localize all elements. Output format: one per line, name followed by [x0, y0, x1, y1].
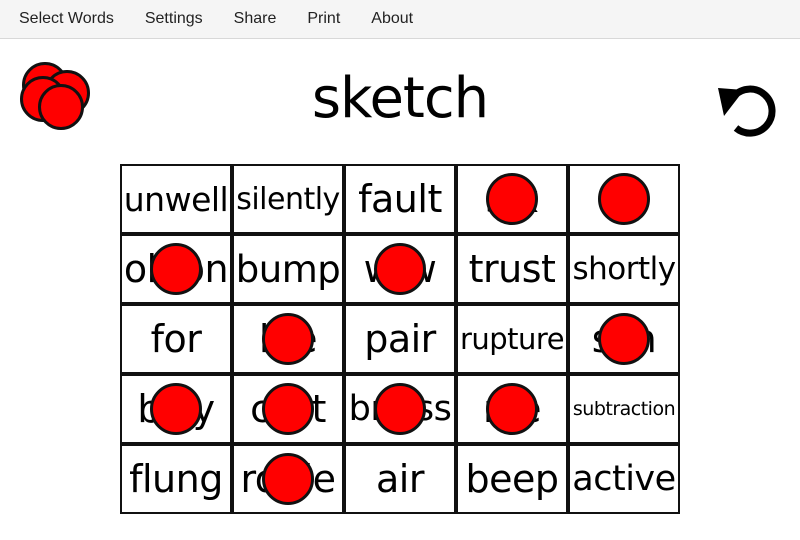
- cell-word: bump: [235, 247, 341, 291]
- board-cell[interactable]: shortly: [568, 234, 680, 304]
- board-cell[interactable]: b e: [232, 304, 344, 374]
- board-cell[interactable]: s x: [456, 164, 568, 234]
- cell-word: silently: [236, 181, 340, 217]
- bingo-board: unwellsilentlyfaults xob onbumpw wtrusts…: [120, 164, 680, 514]
- board-cell[interactable]: ro de: [232, 444, 344, 514]
- board-cell[interactable]: pair: [344, 304, 456, 374]
- cell-word: pair: [364, 317, 436, 361]
- board-cell[interactable]: active: [568, 444, 680, 514]
- cell-word: beep: [465, 457, 560, 501]
- marker-chip: [262, 313, 314, 365]
- board-cell[interactable]: for: [120, 304, 232, 374]
- marker-chip: [150, 243, 202, 295]
- board-cell[interactable]: silently: [232, 164, 344, 234]
- cell-word: unwell: [123, 179, 229, 219]
- board-cell[interactable]: cl st: [232, 374, 344, 444]
- cell-word: flung: [129, 457, 223, 501]
- called-word-title: sketch: [311, 66, 489, 131]
- menu-bar: Select Words Settings Share Print About: [0, 0, 800, 39]
- cell-word: for: [150, 317, 202, 361]
- board-cell[interactable]: bi ly: [120, 374, 232, 444]
- board-cell[interactable]: ob on: [120, 234, 232, 304]
- board-cell[interactable]: sl h: [568, 304, 680, 374]
- menu-about[interactable]: About: [371, 10, 413, 28]
- menu-settings[interactable]: Settings: [145, 10, 203, 28]
- marker-chip: [486, 173, 538, 225]
- marker-chip: [262, 453, 314, 505]
- undo-icon[interactable]: [714, 80, 778, 140]
- board-cell[interactable]: n e: [456, 374, 568, 444]
- board-cell[interactable]: unwell: [120, 164, 232, 234]
- marker-chip: [374, 383, 426, 435]
- cell-word: shortly: [572, 251, 676, 287]
- marker-chip: [486, 383, 538, 435]
- board-cell[interactable]: fault: [344, 164, 456, 234]
- marker-chip: [374, 243, 426, 295]
- cell-word: subtraction: [572, 398, 676, 420]
- board-cell[interactable]: rupture: [456, 304, 568, 374]
- cell-word: trust: [468, 247, 556, 291]
- board-cell[interactable]: flung: [120, 444, 232, 514]
- marker-chip: [598, 313, 650, 365]
- marker-chip: [598, 173, 650, 225]
- board-cell[interactable]: beep: [456, 444, 568, 514]
- cell-word: fault: [358, 177, 442, 221]
- cell-word: air: [376, 457, 424, 501]
- board-cell[interactable]: br ess: [344, 374, 456, 444]
- board-cell[interactable]: [568, 164, 680, 234]
- cell-word: rupture: [459, 322, 565, 356]
- board-cell[interactable]: trust: [456, 234, 568, 304]
- marker-chip: [150, 383, 202, 435]
- board-cell[interactable]: bump: [232, 234, 344, 304]
- board-cell[interactable]: air: [344, 444, 456, 514]
- board-cell[interactable]: subtraction: [568, 374, 680, 444]
- menu-select-words[interactable]: Select Words: [19, 10, 114, 28]
- menu-print[interactable]: Print: [307, 10, 340, 28]
- board-cell[interactable]: w w: [344, 234, 456, 304]
- marker-chip: [262, 383, 314, 435]
- menu-share[interactable]: Share: [234, 10, 277, 28]
- cell-word: active: [572, 459, 676, 499]
